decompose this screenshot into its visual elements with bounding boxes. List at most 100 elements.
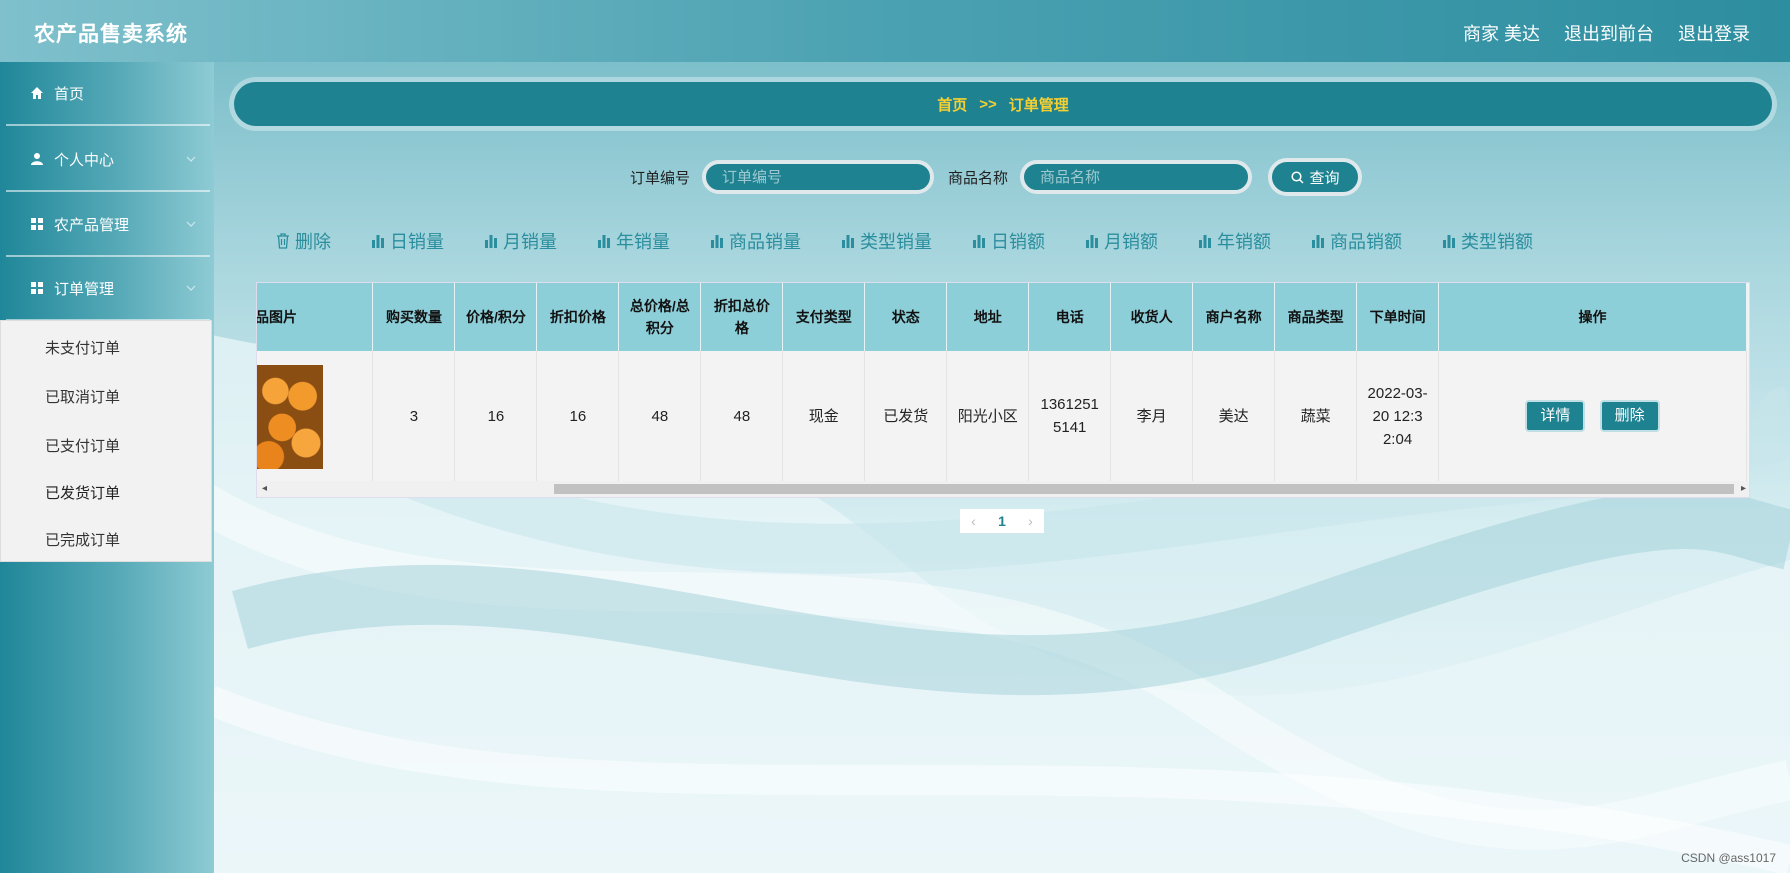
type-amount-button[interactable]: 类型销额 <box>1442 228 1533 254</box>
current-user-link[interactable]: 商家 美达 <box>1463 20 1540 46</box>
type-amount-label: 类型销额 <box>1461 232 1533 252</box>
watermark: CSDN @ass1017 <box>1681 851 1776 865</box>
bar-chart-icon <box>1312 235 1324 248</box>
monthly-sales-button[interactable]: 月销量 <box>484 228 557 254</box>
col-header-discount-total: 折扣总价格 <box>700 283 784 351</box>
sidebar-item-personal-center[interactable]: 个人中心 <box>6 128 210 192</box>
col-header-status: 状态 <box>864 283 948 351</box>
type-sales-label: 类型销量 <box>860 232 932 252</box>
sidebar-item-label: 首页 <box>54 85 85 103</box>
col-header-discount: 折扣价格 <box>536 283 620 351</box>
bar-chart-icon <box>598 235 610 248</box>
product-sales-button[interactable]: 商品销量 <box>710 228 801 254</box>
daily-sales-button[interactable]: 日销量 <box>371 228 444 254</box>
orders-table: 品图片 购买数量 价格/积分 折扣价格 总价格/总积分 折扣总价格 支付类型 状… <box>256 282 1750 498</box>
query-button[interactable]: 查询 <box>1268 158 1363 196</box>
col-header-pay-type: 支付类型 <box>782 283 866 351</box>
search-icon <box>1290 170 1304 184</box>
delete-selected-button[interactable]: 删除 <box>276 228 331 254</box>
daily-sales-label: 日销量 <box>390 232 444 252</box>
bar-chart-icon <box>485 235 497 248</box>
product-amount-label: 商品销额 <box>1330 232 1402 252</box>
col-header-time: 下单时间 <box>1356 283 1440 351</box>
col-header-ops: 操作 <box>1438 283 1747 351</box>
bar-chart-icon <box>973 235 985 248</box>
cell-merchant: 美达 <box>1192 351 1276 481</box>
action-toolbar: 删除 日销量 月销量 年销量 商品销量 类型销量 日销额 月销额 年销额 商品销… <box>276 228 1533 254</box>
submenu-cancelled-orders[interactable]: 已取消订单 <box>45 386 120 407</box>
col-header-category: 商品类型 <box>1274 283 1358 351</box>
cell-price: 16 <box>454 351 538 481</box>
cell-category: 蔬菜 <box>1274 351 1358 481</box>
submenu-unpaid-orders[interactable]: 未支付订单 <box>45 337 120 358</box>
table-row: 3 16 16 48 48 现金 已发货 阳光小区 13612515141 李月… <box>257 351 1747 481</box>
sidebar-item-label: 个人中心 <box>54 151 115 169</box>
breadcrumb-home[interactable]: 首页 <box>937 94 967 115</box>
user-icon <box>30 152 44 166</box>
bar-chart-icon <box>711 235 723 248</box>
product-name-label: 商品名称 <box>948 169 1009 187</box>
col-header-qty: 购买数量 <box>372 283 456 351</box>
logout-link[interactable]: 退出登录 <box>1678 20 1750 46</box>
sidebar-item-label: 农产品管理 <box>54 216 130 234</box>
daily-amount-label: 日销额 <box>991 232 1045 252</box>
submenu-completed-orders[interactable]: 已完成订单 <box>45 529 120 550</box>
product-sales-label: 商品销量 <box>729 232 801 252</box>
bar-chart-icon <box>1443 235 1455 248</box>
submenu-shipped-orders[interactable]: 已发货订单 <box>45 482 120 503</box>
yearly-amount-button[interactable]: 年销额 <box>1198 228 1271 254</box>
chevron-down-icon <box>186 285 196 291</box>
prev-page-icon[interactable]: ‹ <box>971 513 976 529</box>
daily-amount-button[interactable]: 日销额 <box>972 228 1045 254</box>
query-button-label: 查询 <box>1309 169 1340 187</box>
trash-icon <box>277 233 289 249</box>
cell-phone: 13612515141 <box>1028 351 1112 481</box>
bar-chart-icon <box>1086 235 1098 248</box>
order-number-input[interactable] <box>702 160 935 194</box>
scrollbar-thumb[interactable] <box>554 484 1734 494</box>
sidebar-item-order-management[interactable]: 订单管理 <box>6 257 210 321</box>
col-header-price: 价格/积分 <box>454 283 538 351</box>
breadcrumb: 首页 >> 订单管理 <box>234 82 1772 126</box>
cell-total: 48 <box>618 351 702 481</box>
product-amount-button[interactable]: 商品销额 <box>1311 228 1402 254</box>
cell-time: 2022-03-20 12:32:04 <box>1356 351 1440 481</box>
row-delete-button[interactable]: 删除 <box>1599 400 1660 432</box>
product-name-input[interactable] <box>1020 160 1253 194</box>
cell-receiver: 李月 <box>1110 351 1194 481</box>
table-header-row: 品图片 购买数量 价格/积分 折扣价格 总价格/总积分 折扣总价格 支付类型 状… <box>257 283 1747 351</box>
submenu-paid-orders[interactable]: 已支付订单 <box>45 435 120 456</box>
top-bar: 农产品售卖系统 商家 美达 退出到前台 退出登录 <box>0 0 1790 62</box>
yearly-sales-button[interactable]: 年销量 <box>597 228 670 254</box>
page-number[interactable]: 1 <box>998 513 1006 529</box>
cell-discount-total: 48 <box>700 351 784 481</box>
grid-icon <box>30 217 44 231</box>
delete-selected-label: 删除 <box>295 232 331 252</box>
breadcrumb-current: 订单管理 <box>1008 96 1069 114</box>
scroll-right-icon[interactable]: ▸ <box>1741 483 1746 494</box>
monthly-amount-label: 月销额 <box>1104 232 1158 252</box>
detail-button[interactable]: 详情 <box>1525 400 1586 432</box>
sidebar-item-product-management[interactable]: 农产品管理 <box>6 193 210 257</box>
horizontal-scrollbar[interactable]: ◂ ▸ <box>257 481 1749 497</box>
order-number-label: 订单编号 <box>630 169 691 187</box>
search-form: 订单编号 商品名称 查询 <box>630 158 1363 196</box>
cell-address: 阳光小区 <box>946 351 1030 481</box>
yearly-amount-label: 年销额 <box>1217 232 1271 252</box>
cell-discount: 16 <box>536 351 620 481</box>
pagination: ‹ 1 › <box>960 509 1044 533</box>
exit-to-frontend-link[interactable]: 退出到前台 <box>1564 20 1654 46</box>
scroll-left-icon[interactable]: ◂ <box>262 483 267 494</box>
col-header-address: 地址 <box>946 283 1030 351</box>
monthly-amount-button[interactable]: 月销额 <box>1085 228 1158 254</box>
col-header-total: 总价格/总积分 <box>618 283 702 351</box>
grid-icon <box>30 281 44 295</box>
sidebar-item-home[interactable]: 首页 <box>6 62 210 126</box>
cell-qty: 3 <box>372 351 456 481</box>
app-title: 农产品售卖系统 <box>34 23 188 46</box>
bar-chart-icon <box>1199 235 1211 248</box>
bar-chart-icon <box>372 235 384 248</box>
next-page-icon[interactable]: › <box>1028 513 1033 529</box>
col-header-merchant: 商户名称 <box>1192 283 1276 351</box>
type-sales-button[interactable]: 类型销量 <box>841 228 932 254</box>
